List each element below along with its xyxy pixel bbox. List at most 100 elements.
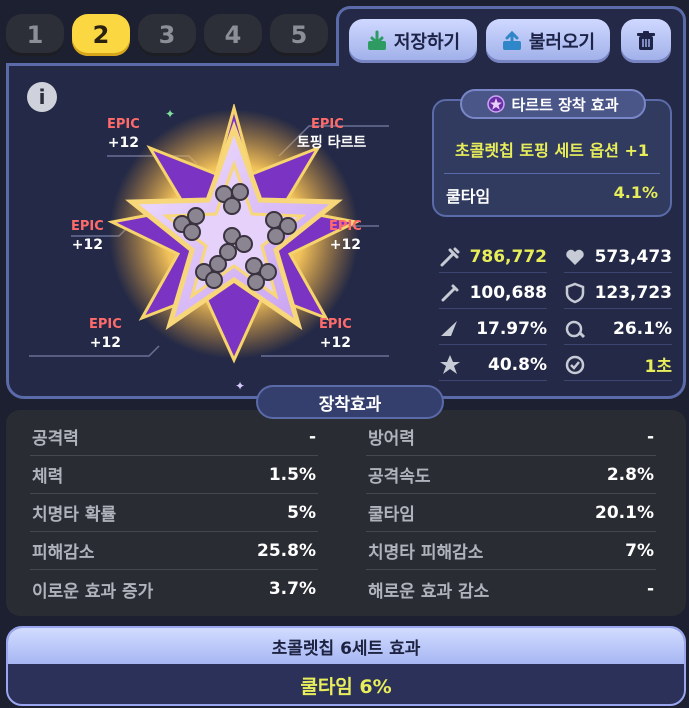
tart-name: 토핑 타르트 [297, 135, 367, 151]
trash-icon [637, 31, 655, 50]
set-bonus-effect: 쿨타임 6% [300, 675, 392, 698]
effect-value: 7% [625, 540, 654, 561]
tart-icon [487, 95, 506, 113]
stat-def-pen-value: 100,688 [469, 282, 547, 303]
load-label: 불러오기 [528, 32, 596, 53]
tart-stage: ✦ ✦ EPIC +12 EPIC +12 EPIC +12 EPIC +12 … [9, 66, 429, 402]
topping-grade: EPIC [329, 219, 362, 234]
effect-row: 해로운 효과 감소 - [366, 570, 656, 608]
stat-attack-value: 786,772 [469, 246, 547, 267]
crit-resist-icon [440, 354, 460, 374]
save-button[interactable]: 저장하기 [349, 19, 477, 63]
topping-grade: EPIC [89, 317, 122, 332]
crit-icon [441, 320, 457, 336]
stat-defense: 123,723 [564, 277, 672, 309]
effect-label: 체력 [32, 467, 64, 487]
attack-icon [440, 247, 460, 266]
stat-cooldown-value: 1초 [644, 357, 672, 377]
stat-cooldown: 1초 [564, 349, 672, 381]
topping-tag-3[interactable]: EPIC +12 [329, 218, 362, 254]
tart-effect-title: 타르트 장착 효과 [460, 89, 646, 119]
effect-value: 1.5% [268, 464, 316, 485]
slot-tabs: 1 2 3 4 5 [6, 14, 328, 56]
effect-row: 체력 1.5% [30, 456, 318, 494]
stat-defense-value: 123,723 [594, 282, 672, 303]
set-bonus-banner: 초콜렛칩 6세트 효과 쿨타임 6% [6, 626, 686, 706]
stat-def-pen: 100,688 [439, 277, 547, 309]
topping-grade: EPIC [107, 117, 140, 132]
stat-atk-speed: 26.1% [564, 313, 672, 345]
tart-effect-card: 타르트 장착 효과 초콜렛칩 토핑 세트 옵션 +1 쿨타임 4.1% [432, 89, 672, 217]
effect-label: 치명타 피해감소 [368, 543, 484, 563]
tart-effect-title-text: 타르트 장착 효과 [511, 95, 619, 114]
topping-tag-2[interactable]: EPIC +12 [71, 218, 104, 254]
effect-value: - [646, 579, 654, 599]
effect-label: 해로운 효과 감소 [368, 581, 490, 602]
stat-crit-resist: 40.8% [439, 349, 547, 381]
effect-label: 공격력 [32, 429, 79, 449]
load-icon [502, 30, 521, 50]
slot-tab-3[interactable]: 3 [138, 14, 196, 56]
cooldown-icon [565, 355, 585, 374]
effect-row: 이로운 효과 증가 3.7% [30, 570, 318, 608]
sword-icon [441, 284, 459, 301]
stat-attack: 786,772 [439, 241, 547, 273]
effect-label: 공격속도 [368, 467, 431, 487]
effect-row: 쿨타임 20.1% [366, 494, 656, 532]
topping-level: +12 [71, 237, 103, 253]
topping-level: +12 [329, 237, 361, 253]
set-bonus-title: 초콜렛칩 6세트 효과 [8, 628, 684, 664]
selected-tart-tag[interactable]: EPIC 토핑 타르트 [297, 116, 366, 152]
effect-value: - [308, 426, 316, 447]
tart-grade: EPIC [311, 117, 344, 132]
stat-hp-value: 573,473 [594, 246, 672, 267]
stat-hp: 573,473 [564, 241, 672, 273]
set-option-text: 초콜렛칩 토핑 세트 옵션 +1 [454, 141, 650, 160]
topping-tag-5[interactable]: EPIC +12 [319, 316, 352, 352]
effect-row: 방어력 - [366, 418, 656, 456]
load-button[interactable]: 불러오기 [486, 19, 610, 63]
tart-panel: i ✦ ✦ EPIC +12 EPIC +12 EPIC +12 EPIC +1… [6, 63, 686, 399]
stat-atk-speed-value: 26.1% [613, 318, 672, 339]
effect-label: 이로운 효과 증가 [32, 581, 154, 602]
svg-text:✦: ✦ [235, 379, 245, 393]
effect-row: 치명타 확률 5% [30, 494, 318, 532]
slot-tab-4[interactable]: 4 [204, 14, 262, 56]
atk-speed-icon [565, 320, 586, 338]
effect-label: 치명타 확률 [32, 505, 117, 525]
equip-effects-panel: 장착효과 공격력 - 체력 1.5% 치명타 확률 5% 피해감소 25.8% … [6, 385, 686, 616]
topping-tag-4[interactable]: EPIC +12 [89, 316, 122, 352]
effect-value: - [646, 426, 654, 447]
effect-row: 치명타 피해감소 7% [366, 532, 656, 570]
cooldown-label: 쿨타임 [446, 187, 491, 206]
topping-level: +12 [89, 335, 121, 351]
tart-cooldown-row: 쿨타임 4.1% [446, 183, 658, 207]
effect-label: 방어력 [368, 429, 415, 449]
cooldown-value: 4.1% [613, 183, 658, 202]
heart-icon [566, 249, 584, 265]
stat-crit-value: 17.97% [476, 318, 547, 339]
effect-value: 2.8% [606, 464, 654, 485]
effect-value: 25.8% [257, 540, 316, 561]
effect-value: 5% [287, 502, 316, 523]
effect-value: 3.7% [268, 579, 316, 599]
stat-crit-resist-value: 40.8% [488, 354, 547, 375]
topping-level: +12 [319, 335, 351, 351]
delete-button[interactable] [621, 19, 671, 63]
toolbar: 저장하기 불러오기 [336, 6, 686, 66]
equip-effects-title: 장착효과 [256, 385, 444, 419]
topping-tag-1[interactable]: EPIC +12 [107, 116, 140, 152]
slot-tab-2[interactable]: 2 [72, 14, 130, 56]
effect-row: 피해감소 25.8% [30, 532, 318, 570]
slot-tab-5[interactable]: 5 [270, 14, 328, 56]
save-label: 저장하기 [393, 32, 461, 53]
topping-grade: EPIC [71, 219, 104, 234]
stat-crit: 17.97% [439, 313, 547, 345]
effect-row: 공격력 - [30, 418, 318, 456]
effect-label: 피해감소 [32, 543, 95, 563]
topping-grade: EPIC [319, 317, 352, 332]
effect-row: 공격속도 2.8% [366, 456, 656, 494]
effect-label: 쿨타임 [368, 505, 415, 525]
topping-level: +12 [107, 135, 139, 151]
slot-tab-1[interactable]: 1 [6, 14, 64, 56]
